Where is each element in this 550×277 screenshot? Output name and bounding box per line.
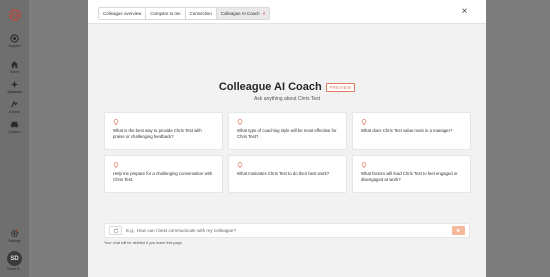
tab-close-icon[interactable]: × <box>263 11 266 16</box>
suggestion-text: What is the best way to provide Chris Te… <box>113 128 202 139</box>
page-subtitle: Ask anything about Chris Test <box>253 96 321 102</box>
sidebar-item-label: Explore <box>8 130 21 134</box>
tab-connection[interactable]: Connection <box>186 8 217 19</box>
support-icon <box>10 34 19 43</box>
tab-label: Colleague overview <box>103 11 142 16</box>
suggestion-card[interactable]: What does Chris Test value most in a man… <box>352 112 471 150</box>
connect-icon <box>10 80 19 89</box>
chat-bar <box>104 223 470 238</box>
sidebar-bottom: Settings SD Sonia D... <box>0 229 29 271</box>
tab-label: Connection <box>189 11 212 16</box>
suggestion-text: What type of coaching style will be most… <box>237 128 337 139</box>
lightbulb-icon <box>113 162 119 168</box>
page-title: Colleague AI Coach <box>218 81 322 93</box>
sidebar-item-label: Support <box>8 44 21 48</box>
sidebar-item-support[interactable]: Support <box>0 34 29 48</box>
refresh-icon <box>113 227 118 233</box>
sidebar-item-connect[interactable]: Connect <box>0 80 29 94</box>
suggestion-text: What factors will lead Chris Test to fee… <box>361 171 458 182</box>
sidebar-item-label: Home <box>9 70 20 74</box>
suggestion-grid: What is the best way to provide Chris Te… <box>104 112 471 193</box>
sidebar-item-explore[interactable]: Explore <box>0 120 29 134</box>
settings-label: Settings <box>8 239 21 243</box>
left-sidebar: Support Home Connect Assess Explore Sett… <box>0 0 29 277</box>
suggestion-text: Help me prepare for a challenging conver… <box>113 171 213 182</box>
suggestion-card[interactable]: Help me prepare for a challenging conver… <box>104 155 223 193</box>
app-logo-icon[interactable] <box>8 9 21 21</box>
sidebar-item-label: Connect <box>7 90 22 94</box>
tab-bar: Colleague overview Compare to me Connect… <box>98 7 271 20</box>
suggestion-text: What does Chris Test value most in a man… <box>361 128 453 133</box>
close-icon[interactable]: × <box>460 7 469 17</box>
avatar-label: Sonia D... <box>6 267 23 271</box>
suggestion-text: What motivates Chris Test to do their be… <box>237 171 330 176</box>
tab-colleague-ai-coach[interactable]: Colleague AI Coach × <box>216 8 270 19</box>
tab-colleague-overview[interactable]: Colleague overview <box>99 8 147 19</box>
tab-label: Colleague AI Coach <box>220 11 260 16</box>
send-icon <box>456 228 461 233</box>
chat-notice: Your chat will be deleted if you leave t… <box>104 241 183 245</box>
suggestion-card[interactable]: What motivates Chris Test to do their be… <box>228 155 347 193</box>
explore-icon <box>10 121 19 128</box>
colleague-modal: Colleague overview Compare to me Connect… <box>88 0 486 277</box>
suggestion-card[interactable]: What factors will lead Chris Test to fee… <box>352 155 471 193</box>
modal-body: Colleague AI Coach PREVIEW Ask anything … <box>88 24 486 277</box>
lightbulb-icon <box>361 162 367 168</box>
lightbulb-icon <box>113 119 119 125</box>
send-button[interactable] <box>452 226 465 235</box>
home-icon <box>10 61 19 69</box>
sidebar-item-settings[interactable]: Settings <box>0 229 29 243</box>
tab-label: Compare to me <box>150 11 181 16</box>
title-row: Colleague AI Coach PREVIEW <box>88 81 486 93</box>
avatar[interactable]: SD <box>7 251 22 266</box>
gear-icon <box>10 229 19 238</box>
sidebar-item-assess[interactable]: Assess <box>0 100 29 114</box>
sidebar-item-label: Assess <box>8 110 21 114</box>
tab-compare-to-me[interactable]: Compare to me <box>146 8 186 19</box>
sidebar-item-home[interactable]: Home <box>0 60 29 74</box>
suggestion-card[interactable]: What is the best way to provide Chris Te… <box>104 112 223 150</box>
lightbulb-icon <box>237 119 243 125</box>
lightbulb-icon <box>361 119 367 125</box>
suggestion-card[interactable]: What type of coaching style will be most… <box>228 112 347 150</box>
lightbulb-icon <box>237 162 243 168</box>
refresh-button[interactable] <box>109 226 122 235</box>
preview-badge: PREVIEW <box>325 82 356 92</box>
assess-icon <box>11 100 18 108</box>
chat-input[interactable] <box>126 226 446 235</box>
modal-header: Colleague overview Compare to me Connect… <box>88 0 486 24</box>
